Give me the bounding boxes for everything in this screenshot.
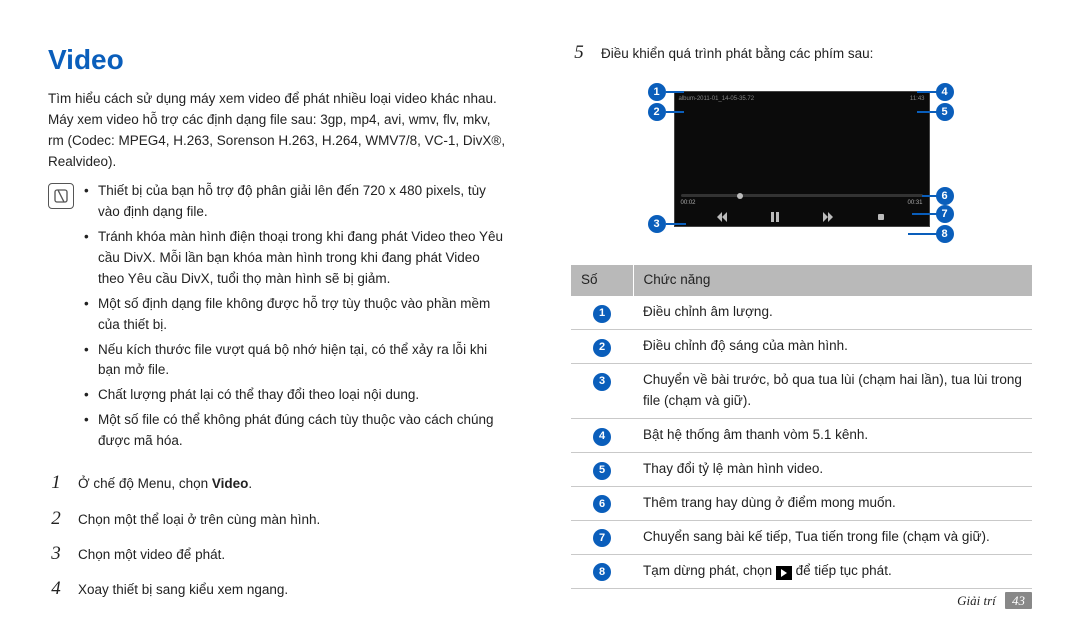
th-number: Số: [571, 265, 633, 296]
note-bullet: Nếu kích thước file vượt quá bộ nhớ hiện…: [84, 340, 509, 382]
callout-4: 4: [936, 83, 954, 101]
step-number: 4: [48, 574, 64, 603]
table-row: 1 Điều chỉnh âm lượng.: [571, 296, 1032, 329]
callout-3: 3: [648, 215, 666, 233]
note-block: Thiết bị của bạn hỗ trợ độ phân giải lên…: [48, 181, 509, 456]
table-row: 5 Thay đổi tỷ lệ màn hình video.: [571, 452, 1032, 486]
time-total: 00:31: [907, 199, 922, 208]
callout-1: 1: [648, 83, 666, 101]
row-number-badge: 8: [593, 563, 611, 581]
table-row: 2 Điều chỉnh độ sáng của màn hình.: [571, 330, 1032, 364]
table-row: 8 Tạm dừng phát, chọn để tiếp tục phát.: [571, 554, 1032, 588]
bookmark-icon: [876, 212, 886, 222]
callout-6: 6: [936, 187, 954, 205]
row-description: Bật hệ thống âm thanh vòm 5.1 kênh.: [633, 419, 1032, 453]
row-number-badge: 3: [593, 373, 611, 391]
note-bullet: Tránh khóa màn hình điện thoại trong khi…: [84, 227, 509, 290]
callout-2: 2: [648, 103, 666, 121]
note-icon: [48, 183, 74, 209]
table-row: 3 Chuyển về bài trước, bỏ qua tua lùi (ch…: [571, 364, 1032, 419]
step: 3 Chọn một video để phát.: [48, 539, 509, 568]
table-row: 4 Bật hệ thống âm thanh vòm 5.1 kênh.: [571, 419, 1032, 453]
row-number-badge: 7: [593, 529, 611, 547]
function-table: Số Chức năng 1 Điều chỉnh âm lượng. 2 Điều …: [571, 265, 1032, 588]
note-bullet: Thiết bị của bạn hỗ trợ độ phân giải lên…: [84, 181, 509, 223]
step-number: 5: [571, 38, 587, 67]
next-icon: [823, 212, 833, 222]
step-text: Điều khiển quá trình phát bằng các phím …: [601, 44, 1032, 65]
th-function: Chức năng: [633, 265, 1032, 296]
step: 1 Ở chế độ Menu, chọn Video.: [48, 468, 509, 497]
note-bullet: Chất lượng phát lại có thể thay đổi theo…: [84, 385, 509, 406]
step-text: Ở chế độ Menu, chọn Video.: [78, 474, 509, 495]
play-icon: [776, 566, 792, 580]
row-description: Tạm dừng phát, chọn để tiếp tục phát.: [633, 554, 1032, 588]
callout-7: 7: [936, 205, 954, 223]
note-bullet: Một số file có thể không phát đúng cách …: [84, 410, 509, 452]
callout-5: 5: [936, 103, 954, 121]
player-clock: 11:43: [910, 95, 925, 104]
table-row: 6 Thêm trang hay dùng ở điểm mong muốn.: [571, 486, 1032, 520]
pause-icon: [770, 212, 780, 222]
step-number: 2: [48, 504, 64, 533]
video-player: album-2011-01_14-05-35.72 11:43 00:02 00…: [674, 91, 930, 227]
step-number: 3: [48, 539, 64, 568]
step: 2 Chọn một thể loại ở trên cùng màn hình.: [48, 504, 509, 533]
time-elapsed: 00:02: [681, 199, 696, 208]
step-number: 1: [48, 468, 64, 497]
row-description: Thêm trang hay dùng ở điểm mong muốn.: [633, 486, 1032, 520]
step: 4 Xoay thiết bị sang kiểu xem ngang.: [48, 574, 509, 603]
footer-page-number: 43: [1005, 592, 1032, 609]
row-number-badge: 1: [593, 305, 611, 323]
row-number-badge: 6: [593, 495, 611, 513]
callout-8: 8: [936, 225, 954, 243]
row-number-badge: 2: [593, 339, 611, 357]
page-footer: Giải trí 43: [957, 591, 1032, 611]
table-row: 7 Chuyển sang bài kế tiếp, Tua tiến trong…: [571, 520, 1032, 554]
step-text: Chọn một thể loại ở trên cùng màn hình.: [78, 510, 509, 531]
row-description: Chuyển về bài trước, bỏ qua tua lùi (chạ…: [633, 364, 1032, 419]
row-description: Thay đổi tỷ lệ màn hình video.: [633, 452, 1032, 486]
intro-paragraph: Tìm hiểu cách sử dụng máy xem video để p…: [48, 89, 509, 173]
step-text: Xoay thiết bị sang kiểu xem ngang.: [78, 580, 509, 601]
row-number-badge: 4: [593, 428, 611, 446]
step-text: Chọn một video để phát.: [78, 545, 509, 566]
prev-icon: [717, 212, 727, 222]
footer-section: Giải trí: [957, 593, 996, 608]
row-description: Chuyển sang bài kế tiếp, Tua tiến trong …: [633, 520, 1032, 554]
row-description: Điều chỉnh âm lượng.: [633, 296, 1032, 329]
player-filename: album-2011-01_14-05-35.72: [679, 95, 755, 104]
note-bullet: Một số định dạng file không được hỗ trợ …: [84, 294, 509, 336]
page-title: Video: [48, 38, 509, 81]
row-description: Điều chỉnh độ sáng của màn hình.: [633, 330, 1032, 364]
row-number-badge: 5: [593, 462, 611, 480]
video-player-diagram: album-2011-01_14-05-35.72 11:43 00:02 00…: [612, 75, 992, 255]
step-5: 5 Điều khiển quá trình phát bằng các phí…: [571, 38, 1032, 67]
